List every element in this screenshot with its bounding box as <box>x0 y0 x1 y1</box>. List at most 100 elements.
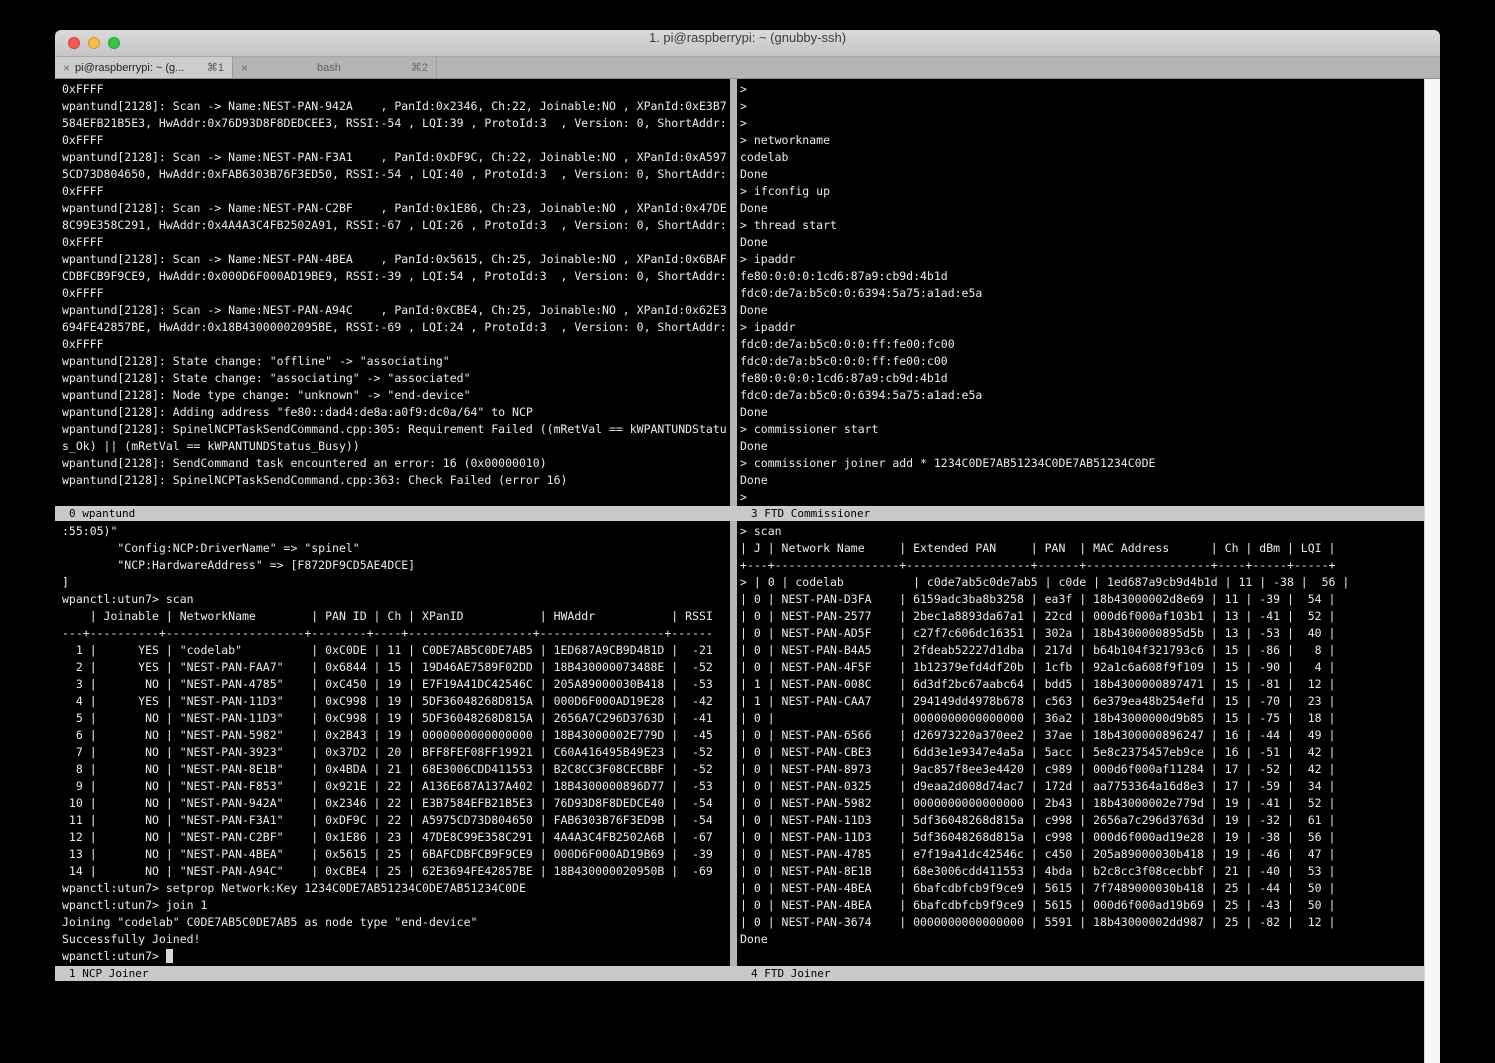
terminal-line: > <box>740 489 1424 506</box>
table-row: | 0 | NEST-PAN-8E1B | 68e3006cdd411553 |… <box>740 863 1424 880</box>
terminal-line: fdc0:de7a:b5c0:0:6394:5a75:a1ad:e5a <box>740 387 1424 404</box>
pane-title-ncp-joiner: 1 NCP Joiner <box>55 966 737 981</box>
terminal-line: fe80:0:0:0:1cd6:87a9:cb9d:4b1d <box>740 370 1424 387</box>
table-row: | 0 | NEST-PAN-B4A5 | 2fdeab52227d1dba |… <box>740 642 1424 659</box>
pane-ftd-commissioner[interactable]: >>>> networknamecodelabDone> ifconfig up… <box>737 79 1424 506</box>
shell-prompt: wpanctl:utun7> <box>62 948 730 965</box>
table-row: 6 | NO | "NEST-PAN-5982" | 0x2B43 | 19 |… <box>62 727 730 744</box>
table-row: 9 | NO | "NEST-PAN-F853" | 0x921E | 22 |… <box>62 778 730 795</box>
table-row: | 0 | NEST-PAN-8973 | 9ac857f8ee3e4420 |… <box>740 761 1424 778</box>
table-row: | 1 | NEST-PAN-CAA7 | 294149dd4978b678 |… <box>740 693 1424 710</box>
terminal-line: wpantund[2128]: Node type change: "unkno… <box>62 387 730 404</box>
table-row: 8 | NO | "NEST-PAN-8E1B" | 0x4BDA | 21 |… <box>62 761 730 778</box>
table-row: | 0 | NEST-PAN-CBE3 | 6dd3e1e9347e4a5a |… <box>740 744 1424 761</box>
terminal-line: > ifconfig up <box>740 183 1424 200</box>
table-row: 12 | NO | "NEST-PAN-C2BF" | 0x1E86 | 23 … <box>62 829 730 846</box>
table-header: | J | Network Name | Extended PAN | PAN … <box>740 540 1424 557</box>
pane-wpantund[interactable]: 0xFFFFwpantund[2128]: Scan -> Name:NEST-… <box>55 79 730 506</box>
table-row: | 0 | NEST-PAN-D3FA | 6159adc3ba8b3258 |… <box>740 591 1424 608</box>
tab-shortcut: ⌘2 <box>411 61 428 74</box>
table-row: > | 0 | codelab | c0de7ab5c0de7ab5 | c0d… <box>740 574 1424 591</box>
terminal-line: Done <box>740 931 1424 948</box>
terminal-line: > <box>740 98 1424 115</box>
terminal-line: 0xFFFF <box>62 234 730 251</box>
terminal-line: wpantund[2128]: SendCommand task encount… <box>62 455 730 472</box>
table-row: 1 | YES | "codelab" | 0xC0DE | 11 | C0DE… <box>62 642 730 659</box>
terminal-line: fdc0:de7a:b5c0:0:0:ff:fe00:c00 <box>740 353 1424 370</box>
terminal-line: > commissioner joiner add * 1234C0DE7AB5… <box>740 455 1424 472</box>
table-separator: ---+----------+--------------------+----… <box>62 625 730 642</box>
pane-divider[interactable] <box>730 79 737 981</box>
table-header: | Joinable | NetworkName | PAN ID | Ch |… <box>62 608 730 625</box>
table-row: 4 | YES | "NEST-PAN-11D3" | 0xC998 | 19 … <box>62 693 730 710</box>
terminal-line: wpantund[2128]: SpinelNCPTaskSendCommand… <box>62 472 730 489</box>
terminal-line: wpantund[2128]: State change: "offline" … <box>62 353 730 370</box>
terminal-line: wpantund[2128]: State change: "associati… <box>62 370 730 387</box>
terminal-line: > thread start <box>740 217 1424 234</box>
terminal-line: wpantund[2128]: Scan -> Name:NEST-PAN-94… <box>62 98 730 115</box>
close-tab-icon[interactable]: × <box>241 61 248 75</box>
pane-title-wpantund: 0 wpantund <box>55 506 737 521</box>
terminal-line: 694FE42857BE, HwAddr:0x18B43000002095BE,… <box>62 319 730 336</box>
table-row: 13 | NO | "NEST-PAN-4BEA" | 0x5615 | 25 … <box>62 846 730 863</box>
window-titlebar[interactable]: 1. pi@raspberrypi: ~ (gnubby-ssh) <box>55 30 1440 57</box>
terminal-line: :55:05)" <box>62 523 730 540</box>
terminal-line: wpantund[2128]: Scan -> Name:NEST-PAN-A9… <box>62 302 730 319</box>
terminal-line: Successfully Joined! <box>62 931 730 948</box>
terminal-line: Done <box>740 404 1424 421</box>
table-row: 7 | NO | "NEST-PAN-3923" | 0x37D2 | 20 |… <box>62 744 730 761</box>
terminal-line: 0xFFFF <box>62 132 730 149</box>
table-row: 11 | NO | "NEST-PAN-F3A1" | 0xDF9C | 22 … <box>62 812 730 829</box>
table-row: | 0 | NEST-PAN-0325 | d9eaa2d008d74ac7 |… <box>740 778 1424 795</box>
terminal-line: > scan <box>740 523 1424 540</box>
tab-label: bash <box>253 62 405 74</box>
desktop-background: 1. pi@raspberrypi: ~ (gnubby-ssh) × pi@r… <box>0 0 1495 1063</box>
table-row: | 0 | NEST-PAN-2577 | 2bec1a8893da67a1 |… <box>740 608 1424 625</box>
terminal-line: Done <box>740 234 1424 251</box>
table-row: | 0 | NEST-PAN-4785 | e7f19a41dc42546c |… <box>740 846 1424 863</box>
terminal-line: wpantund[2128]: SpinelNCPTaskSendCommand… <box>62 421 730 438</box>
terminal-line: CDBFCB9F9CE9, HwAddr:0x000D6F000AD19BE9,… <box>62 268 730 285</box>
terminal-line: 0xFFFF <box>62 285 730 302</box>
table-row: 10 | NO | "NEST-PAN-942A" | 0x2346 | 22 … <box>62 795 730 812</box>
table-row: | 0 | NEST-PAN-6566 | d26973220a370ee2 |… <box>740 727 1424 744</box>
terminal-line: > <box>740 81 1424 98</box>
close-tab-icon[interactable]: × <box>63 61 70 75</box>
tab-ssh-session[interactable]: × pi@raspberrypi: ~ (g... ⌘1 <box>55 57 233 78</box>
table-row: | 0 | NEST-PAN-4BEA | 6bafcdbfcb9f9ce9 |… <box>740 880 1424 897</box>
table-row: | 0 | NEST-PAN-3674 | 0000000000000000 |… <box>740 914 1424 931</box>
tab-bash[interactable]: × bash ⌘2 <box>233 57 437 78</box>
terminal-line: "Config:NCP:DriverName" => "spinel" <box>62 540 730 557</box>
terminal-line: Done <box>740 200 1424 217</box>
pane-title-ftd-commissioner: 3 FTD Commissioner <box>737 506 1424 521</box>
terminal-window: 1. pi@raspberrypi: ~ (gnubby-ssh) × pi@r… <box>55 30 1440 1063</box>
terminal-line: 0xFFFF <box>62 183 730 200</box>
terminal-line: fdc0:de7a:b5c0:0:0:ff:fe00:fc00 <box>740 336 1424 353</box>
terminal-line: wpantund[2128]: Scan -> Name:NEST-PAN-C2… <box>62 200 730 217</box>
terminal-content: 0xFFFFwpantund[2128]: Scan -> Name:NEST-… <box>55 79 1440 1063</box>
terminal-line: 5CD73D804650, HwAddr:0xFAB6303B76F3ED50,… <box>62 166 730 183</box>
terminal-line: > <box>740 115 1424 132</box>
table-row: | 1 | NEST-PAN-008C | 6d3df2bc67aabc64 |… <box>740 676 1424 693</box>
terminal-line: Done <box>740 438 1424 455</box>
scrollbar[interactable] <box>1424 79 1440 1063</box>
terminal-line: wpanctl:utun7> scan <box>62 591 730 608</box>
terminal-line: 8C99E358C291, HwAddr:0x4A4A3C4FB2502A91,… <box>62 217 730 234</box>
terminal-line: 584EFB21B5E3, HwAddr:0x76D93D8F8DEDCEE3,… <box>62 115 730 132</box>
table-row: 14 | NO | "NEST-PAN-A94C" | 0xCBE4 | 25 … <box>62 863 730 880</box>
pane-ncp-joiner[interactable]: :55:05)" "Config:NCP:DriverName" => "spi… <box>55 521 730 966</box>
terminal-cursor <box>166 949 173 963</box>
terminal-line: fdc0:de7a:b5c0:0:6394:5a75:a1ad:e5a <box>740 285 1424 302</box>
table-row: | 0 | NEST-PAN-AD5F | c27f7c606dc16351 |… <box>740 625 1424 642</box>
terminal-line: Done <box>740 472 1424 489</box>
pane-ftd-joiner[interactable]: > scan| J | Network Name | Extended PAN … <box>737 521 1424 966</box>
table-row: | 0 | NEST-PAN-11D3 | 5df36048268d815a |… <box>740 829 1424 846</box>
terminal-line: > ipaddr <box>740 319 1424 336</box>
terminal-line: wpantund[2128]: Scan -> Name:NEST-PAN-F3… <box>62 149 730 166</box>
table-row: | 0 | | 0000000000000000 | 36a2 | 18b430… <box>740 710 1424 727</box>
table-row: 5 | NO | "NEST-PAN-11D3" | 0xC998 | 19 |… <box>62 710 730 727</box>
terminal-line: > networkname <box>740 132 1424 149</box>
table-row: | 0 | NEST-PAN-11D3 | 5df36048268d815a |… <box>740 812 1424 829</box>
terminal-line: Done <box>740 166 1424 183</box>
window-title: 1. pi@raspberrypi: ~ (gnubby-ssh) <box>55 30 1440 57</box>
